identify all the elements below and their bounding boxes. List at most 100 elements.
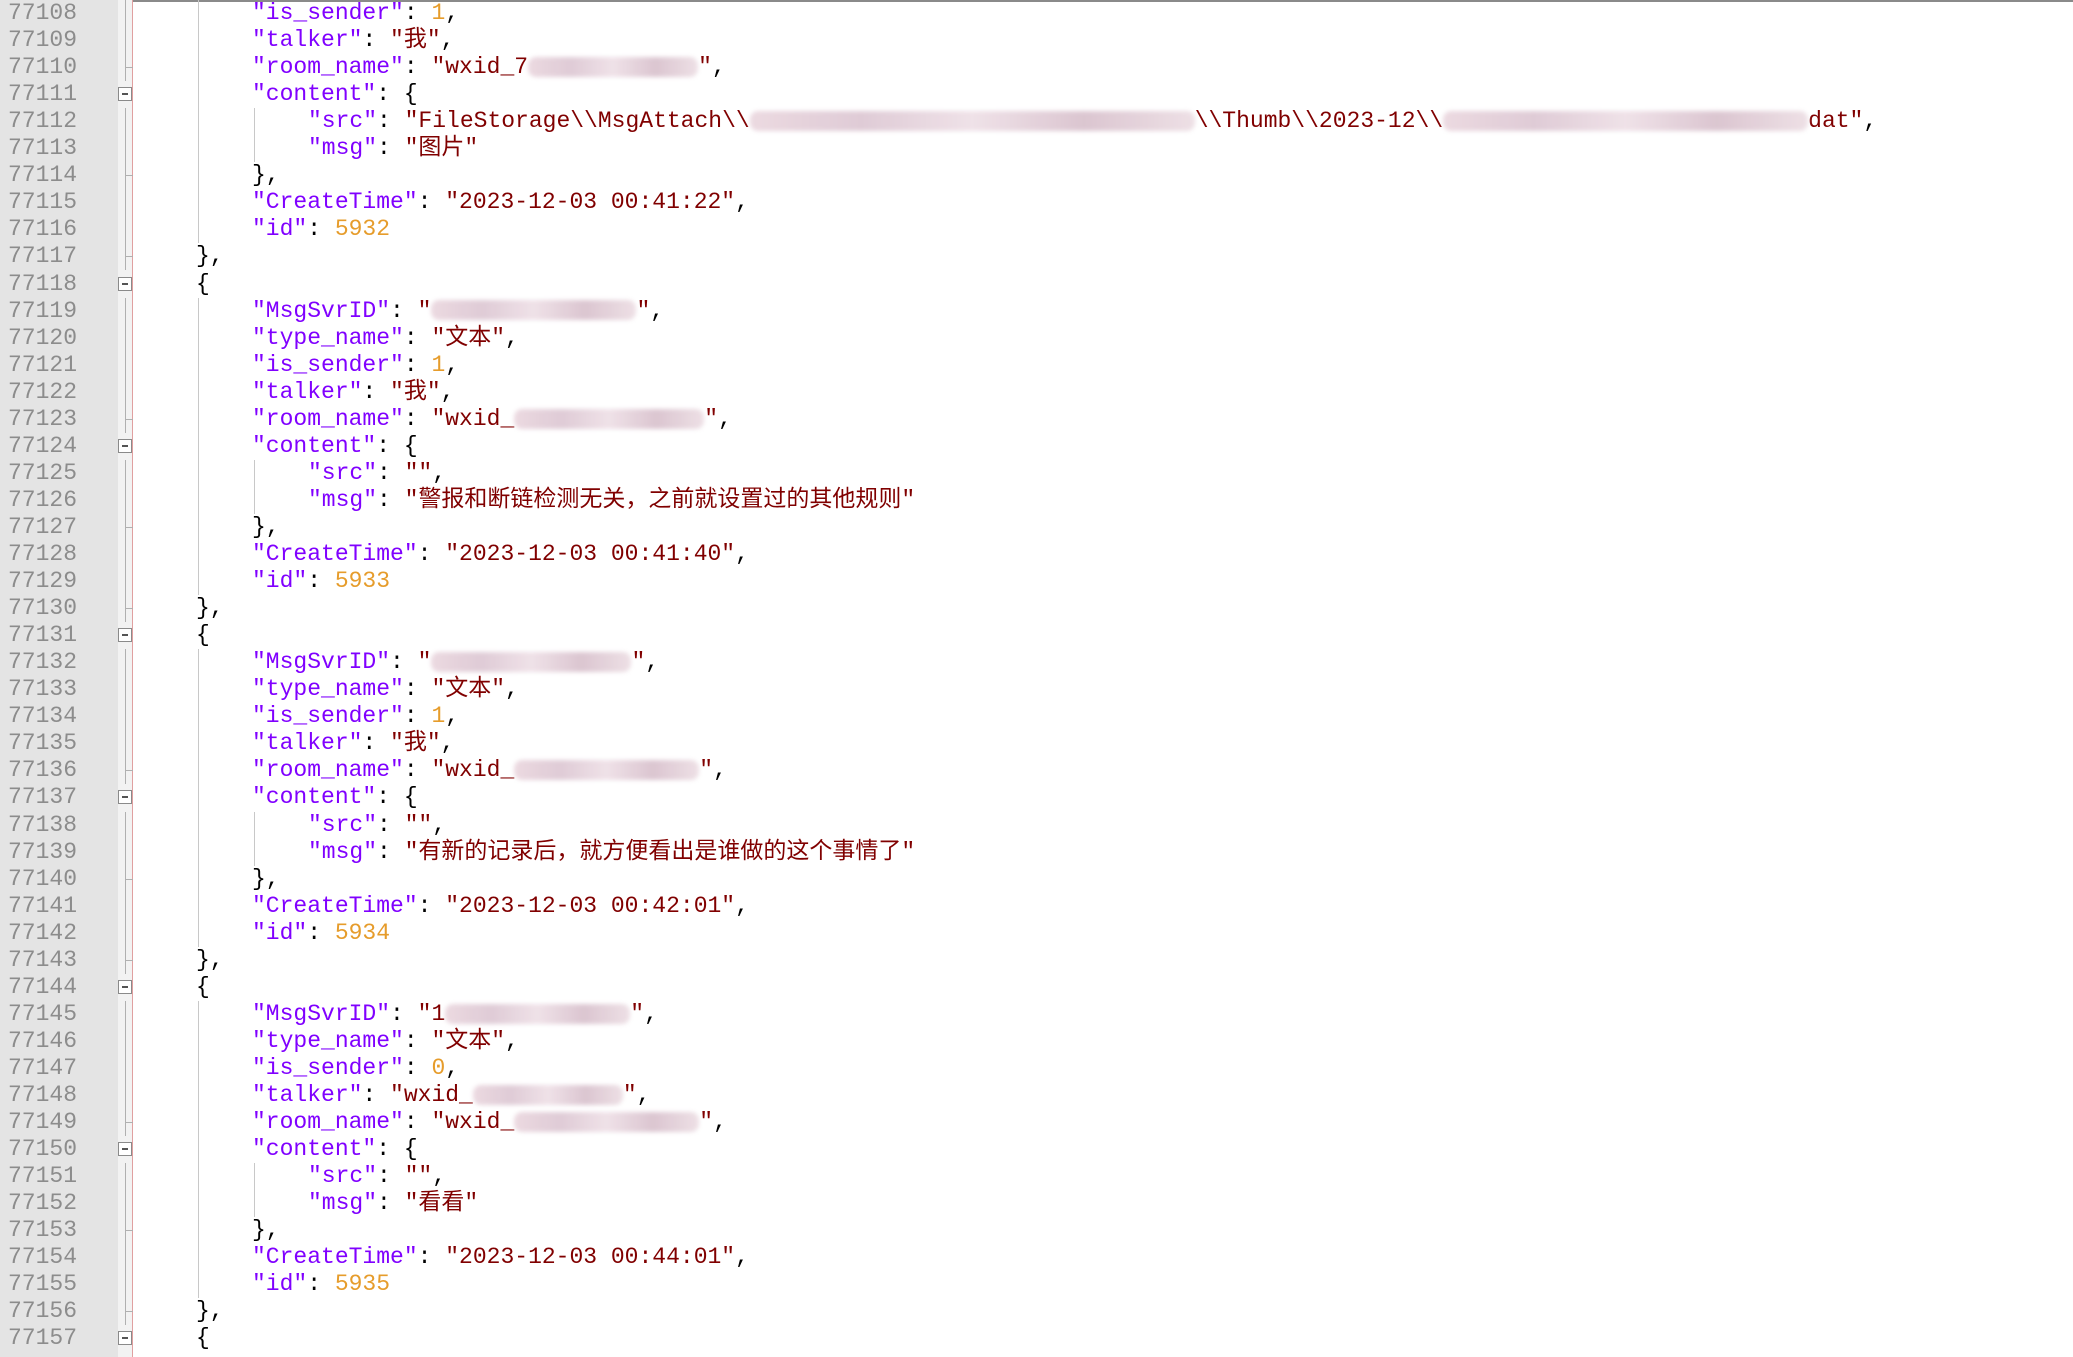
code-line[interactable]: 77140}, (0, 865, 2073, 893)
json-punctuation: , (445, 1054, 460, 1081)
code-line[interactable]: 77148 "talker": "wxid_ ", (0, 1082, 2073, 1109)
fold-line (125, 568, 126, 596)
fold-end-tick (125, 1122, 133, 1124)
code-line[interactable]: 77110 "room_name": "wxid_7 ", (0, 54, 2073, 82)
code-line[interactable]: 77139 "msg": "有新的记录后，就方便看出是谁做的这个事情了" (0, 838, 2073, 866)
fold-toggle-icon[interactable] (118, 790, 132, 805)
json-punctuation: : (417, 541, 446, 567)
code-line[interactable]: 77134 "is_sender": 1, (0, 703, 2073, 731)
code-line[interactable]: 77132 "MsgSvrID": " ", (0, 649, 2073, 677)
json-key: "msg" (308, 135, 378, 162)
code-line[interactable]: 77129 "id": 5933 (0, 568, 2073, 596)
fold-end-tick (125, 959, 133, 961)
code-line[interactable]: 77124 "content": { (0, 433, 2073, 460)
json-string: "文本" (431, 1027, 506, 1054)
code-line[interactable]: 77135 "talker": "我", (0, 730, 2073, 758)
json-punctuation: }, (252, 865, 280, 892)
code-text: "talker": "我", (252, 379, 454, 406)
json-punctuation: : (362, 1082, 391, 1108)
code-line[interactable]: 77120 "type_name": "文本", (0, 324, 2073, 352)
json-punctuation: : (377, 1163, 405, 1190)
json-string: "看看" (404, 1190, 479, 1217)
code-line[interactable]: 77155 "id": 5935 (0, 1271, 2073, 1299)
fold-toggle-icon[interactable] (118, 438, 132, 453)
code-text: "room_name": "wxid_ ", (252, 406, 732, 433)
code-text: "CreateTime": "2023-12-03 00:42:01", (252, 893, 749, 920)
code-line[interactable]: 77154 "CreateTime": "2023-12-03 00:44:01"… (0, 1244, 2073, 1272)
json-key: "id" (252, 1271, 308, 1298)
fold-toggle-icon[interactable] (118, 1142, 132, 1157)
code-line[interactable]: 77126 "msg": "警报和断链检测无关，之前就设置过的其他规则" (0, 486, 2073, 514)
code-line[interactable]: 77153}, (0, 1217, 2073, 1245)
code-line[interactable]: 77147 "is_sender": 0, (0, 1054, 2073, 1082)
code-line[interactable]: 77143}, (0, 946, 2073, 974)
fold-line (125, 351, 126, 379)
code-editor[interactable]: 77108 "is_sender": 1, 77109 "talker": "我", 7… (0, 0, 2073, 1357)
json-punctuation: : (307, 568, 335, 595)
fold-line (125, 108, 126, 136)
line-number: 77120 (8, 324, 78, 351)
code-line[interactable]: 77133 "type_name": "文本", (0, 676, 2073, 704)
code-line[interactable]: 77145 "MsgSvrID": "1 ", (0, 1000, 2073, 1028)
json-string: "我" (390, 27, 441, 54)
code-line[interactable]: 77118 { (0, 271, 2073, 298)
fold-toggle-icon[interactable] (118, 979, 132, 994)
json-punctuation: : (403, 1109, 432, 1136)
line-number: 77112 (8, 108, 78, 135)
code-line[interactable]: 77115 "CreateTime": "2023-12-03 00:41:22"… (0, 189, 2073, 217)
json-key: "MsgSvrID" (252, 649, 391, 676)
code-line[interactable]: 77112 "src": "FileStorage\\MsgAttach\\ \\T… (0, 108, 2073, 136)
json-key: "content" (252, 784, 377, 811)
fold-toggle-icon[interactable] (118, 87, 132, 102)
code-line[interactable]: 77128 "CreateTime": "2023-12-03 00:41:40"… (0, 541, 2073, 568)
code-line[interactable]: 77157 { (0, 1325, 2073, 1352)
code-line[interactable]: 77138 "src": "", (0, 811, 2073, 839)
redacted-text (514, 408, 705, 429)
code-line[interactable]: 77123 "room_name": "wxid_ ", (0, 405, 2073, 433)
code-line[interactable]: 77113 "msg": "图片" (0, 135, 2073, 163)
json-key: "msg" (308, 1190, 378, 1217)
code-text: { (196, 1325, 210, 1352)
code-line[interactable]: 77127}, (0, 513, 2073, 541)
code-line[interactable]: 77125 "src": "", (0, 459, 2073, 487)
json-key: "MsgSvrID" (252, 297, 391, 324)
fold-toggle-icon[interactable] (118, 628, 132, 643)
code-line[interactable]: 77152 "msg": "看看" (0, 1190, 2073, 1218)
code-line[interactable]: 77144 { (0, 974, 2073, 1001)
code-line[interactable]: 77116 "id": 5932 (0, 216, 2073, 244)
code-text: "is_sender": 0, (252, 1055, 459, 1082)
code-line[interactable]: 77109 "talker": "我", (0, 27, 2073, 55)
code-line[interactable]: 77142 "id": 5934 (0, 919, 2073, 947)
code-line[interactable]: 77136 "room_name": "wxid_ ", (0, 757, 2073, 785)
code-line[interactable]: 77111 "content": { (0, 81, 2073, 108)
indent-guide (198, 649, 199, 947)
json-punctuation: , (713, 757, 727, 784)
code-line[interactable]: 77141 "CreateTime": "2023-12-03 00:42:01"… (0, 892, 2073, 920)
code-line[interactable]: 77150 "content": { (0, 1136, 2073, 1163)
line-number: 77114 (8, 162, 78, 189)
code-line[interactable]: 77117}, (0, 243, 2073, 271)
code-line[interactable]: 77108 "is_sender": 1, (0, 0, 2073, 27)
json-punctuation: , (440, 378, 455, 405)
code-line[interactable]: 77131 { (0, 622, 2073, 649)
fold-toggle-icon[interactable] (118, 1331, 132, 1346)
code-line[interactable]: 77137 "content": { (0, 784, 2073, 811)
fold-line (125, 541, 126, 568)
json-key: "id" (252, 568, 308, 595)
code-line[interactable]: 77146 "type_name": "文本", (0, 1027, 2073, 1055)
fold-line (125, 892, 126, 920)
code-line[interactable]: 77119 "MsgSvrID": " ", (0, 297, 2073, 325)
code-line[interactable]: 77121 "is_sender": 1, (0, 351, 2073, 379)
json-key: "src" (308, 108, 378, 135)
line-number: 77134 (8, 703, 78, 730)
redacted-text (528, 57, 699, 78)
line-number: 77128 (8, 541, 78, 567)
code-text: }, (196, 1298, 224, 1325)
code-line[interactable]: 77114}, (0, 162, 2073, 190)
code-line[interactable]: 77130}, (0, 595, 2073, 623)
code-line[interactable]: 77156}, (0, 1298, 2073, 1326)
code-line[interactable]: 77122 "talker": "我", (0, 378, 2073, 406)
fold-toggle-icon[interactable] (118, 276, 132, 291)
code-line[interactable]: 77149 "room_name": "wxid_ ", (0, 1109, 2073, 1137)
code-line[interactable]: 77151 "src": "", (0, 1163, 2073, 1191)
